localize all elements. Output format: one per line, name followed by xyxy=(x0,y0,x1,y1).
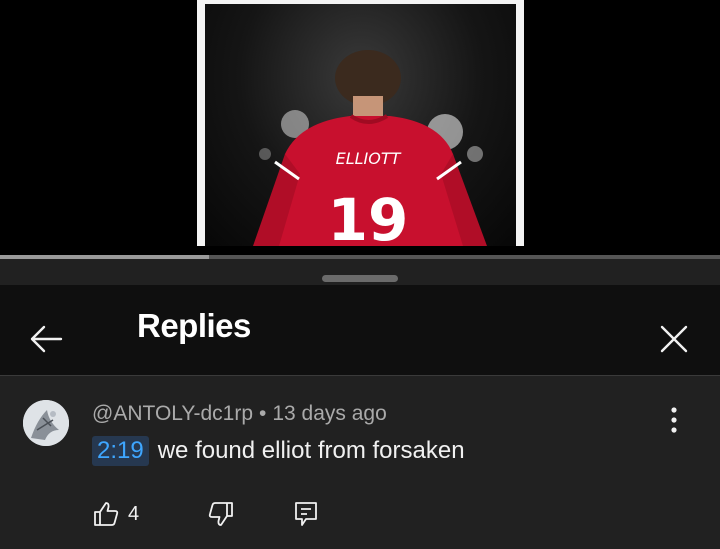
close-icon xyxy=(660,325,688,353)
avatar[interactable] xyxy=(23,400,69,446)
reply-button[interactable] xyxy=(293,500,319,528)
jersey-number: 19 xyxy=(328,186,409,246)
replies-header: Replies xyxy=(0,285,720,375)
page-title: Replies xyxy=(137,307,251,344)
timestamp-link[interactable]: 2:19 xyxy=(92,436,149,466)
comment-meta: @ANTOLY-dc1rp • 13 days ago xyxy=(92,402,387,426)
close-button[interactable] xyxy=(650,315,698,363)
more-vertical-icon xyxy=(671,407,677,433)
meta-separator: • xyxy=(259,402,267,425)
drag-handle[interactable] xyxy=(322,275,398,282)
dislike-button[interactable] xyxy=(207,500,235,528)
comment-author[interactable]: @ANTOLY-dc1rp xyxy=(92,402,253,425)
jersey-name: ELLIOTT xyxy=(336,149,402,168)
avatar-image xyxy=(23,400,69,446)
reply-comment: @ANTOLY-dc1rp • 13 days ago 2:19 we found … xyxy=(0,376,720,549)
video-thumbnail: ELLIOTT 19 xyxy=(197,0,524,246)
video-player[interactable]: ELLIOTT 19 xyxy=(0,0,720,256)
more-options-button[interactable] xyxy=(656,400,692,440)
like-count: 4 xyxy=(128,502,140,525)
arrow-left-icon xyxy=(30,325,63,353)
comment-age: 13 days ago xyxy=(272,402,387,425)
player-photo: ELLIOTT 19 xyxy=(253,50,487,246)
back-button[interactable] xyxy=(22,315,70,363)
comment-body: 2:19 we found elliot from forsaken xyxy=(92,436,465,466)
replies-sheet: Replies @ANTOLY-dc1rp • 13 days ago 2:19 w… xyxy=(0,259,720,549)
comment-reply-icon xyxy=(295,502,318,526)
comment-actions: 4 xyxy=(92,496,319,532)
like-button[interactable]: 4 xyxy=(92,500,139,528)
thumbs-up-icon xyxy=(94,502,119,526)
comment-text: we found elliot from forsaken xyxy=(157,437,465,464)
thumbs-down-icon xyxy=(208,502,234,526)
